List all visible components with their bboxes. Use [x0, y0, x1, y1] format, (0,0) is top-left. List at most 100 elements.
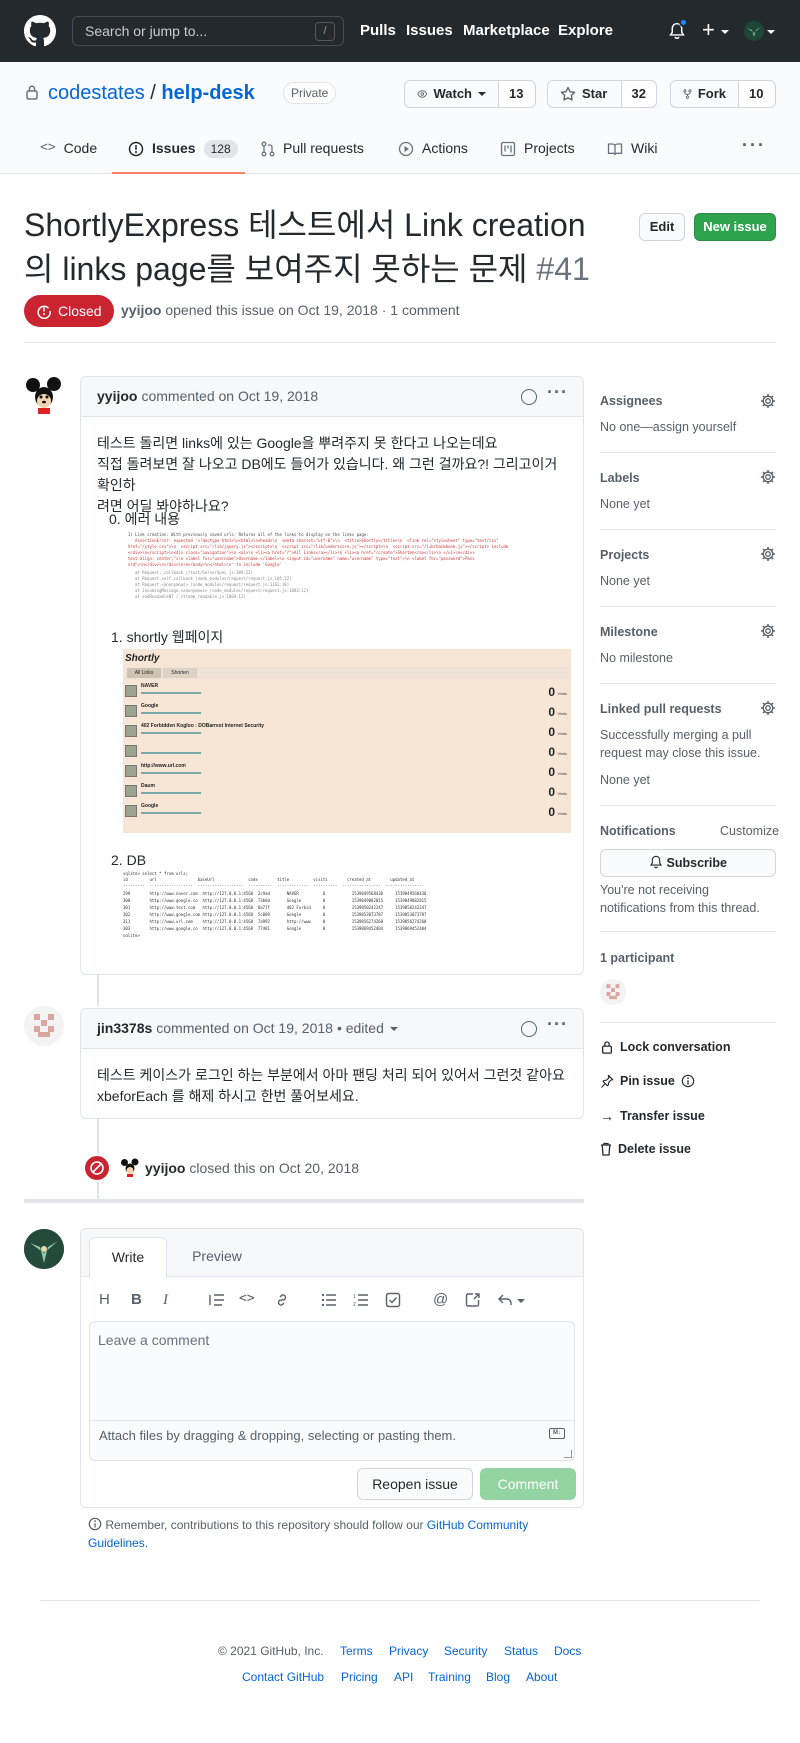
quote-icon[interactable] — [209, 1293, 225, 1307]
github-logo-icon[interactable] — [24, 15, 56, 47]
linked-prs-heading[interactable]: Linked pull requests — [600, 700, 722, 719]
nav-explore[interactable]: Explore — [558, 20, 613, 43]
transfer-issue-button[interactable]: → Transfer issue — [600, 1106, 705, 1127]
footer-link-blog[interactable]: Blog — [486, 1668, 510, 1686]
footer-link-docs[interactable]: Docs — [554, 1642, 581, 1660]
footer-link-pricing[interactable]: Pricing — [341, 1668, 378, 1686]
comment-timestamp[interactable]: commented on Oct 19, 2018 — [141, 386, 318, 407]
gear-icon[interactable] — [760, 546, 776, 562]
fork-count[interactable]: 10 — [739, 81, 774, 107]
search-input[interactable]: Search or jump to... / — [72, 16, 344, 46]
code-icon[interactable]: <> — [239, 1289, 255, 1309]
labels-value: None yet — [600, 497, 651, 511]
smiley-icon[interactable] — [521, 389, 537, 405]
chevron-down-icon[interactable] — [517, 1299, 525, 1303]
gear-icon[interactable] — [760, 393, 776, 409]
bold-icon[interactable]: B — [131, 1289, 142, 1312]
kebab-horizontal-icon[interactable]: ··· — [547, 1015, 568, 1033]
assignees-heading[interactable]: Assignees — [600, 392, 663, 411]
nav-marketplace[interactable]: Marketplace — [463, 20, 550, 43]
assignees-value[interactable]: No one—assign yourself — [600, 418, 736, 436]
attach-files-text[interactable]: Attach files by dragging & dropping, sel… — [99, 1426, 456, 1446]
milestone-heading[interactable]: Milestone — [600, 623, 658, 642]
tab-preview[interactable]: Preview — [177, 1237, 257, 1277]
more-options-icon[interactable]: ··· — [742, 132, 766, 159]
tab-wiki[interactable]: Wiki — [607, 138, 657, 174]
footer-link-contact[interactable]: Contact GitHub — [242, 1668, 324, 1686]
italic-icon[interactable]: I — [163, 1289, 168, 1312]
chevron-down-icon[interactable] — [389, 1026, 398, 1031]
tab-projects[interactable]: Projects — [500, 138, 575, 174]
avatar[interactable] — [24, 1229, 64, 1269]
edit-title-button[interactable]: Edit — [639, 213, 685, 241]
issue-author-link[interactable]: yyijoo — [121, 302, 161, 318]
markdown-icon[interactable]: M↓ — [549, 1428, 565, 1439]
comment-timestamp[interactable]: commented on Oct 19, 2018 — [156, 1018, 333, 1039]
kebab-horizontal-icon[interactable]: ··· — [547, 383, 568, 401]
timeline-end-divider — [24, 1199, 584, 1203]
comment-submit-button[interactable]: Comment — [480, 1468, 576, 1500]
mention-icon[interactable]: @ — [433, 1289, 448, 1312]
nav-pulls[interactable]: Pulls — [360, 20, 396, 43]
avatar[interactable] — [24, 1006, 64, 1046]
issue-meta: yyijoo opened this issue on Oct 19, 2018… — [121, 300, 460, 321]
reopen-issue-button[interactable]: Reopen issue — [357, 1468, 473, 1500]
issue-state-label: Closed — [58, 302, 102, 319]
reply-icon[interactable] — [497, 1292, 513, 1308]
footer-link-api[interactable]: API — [394, 1668, 413, 1686]
comment-author[interactable]: jin3378s — [97, 1018, 152, 1039]
user-avatar[interactable] — [744, 21, 764, 41]
fork-button[interactable]: Fork 10 — [670, 80, 776, 108]
comment-author[interactable]: yyijoo — [97, 386, 137, 407]
ordered-list-icon[interactable]: 12 — [353, 1293, 369, 1307]
labels-heading[interactable]: Labels — [600, 469, 640, 488]
projects-heading[interactable]: Projects — [600, 546, 649, 565]
gear-icon[interactable] — [760, 469, 776, 485]
tab-actions[interactable]: Actions — [398, 138, 468, 174]
watch-count[interactable]: 13 — [499, 81, 534, 107]
subscribe-button[interactable]: Subscribe — [600, 849, 776, 877]
tab-write[interactable]: Write — [89, 1237, 167, 1278]
customize-link[interactable]: Customize — [720, 822, 779, 840]
avatar[interactable] — [24, 376, 64, 416]
gear-icon[interactable] — [760, 700, 776, 716]
tab-pull-requests[interactable]: Pull requests — [261, 138, 364, 174]
star-count[interactable]: 32 — [621, 81, 656, 107]
footer-link-security[interactable]: Security — [444, 1642, 487, 1660]
participant-avatar[interactable] — [600, 979, 626, 1005]
link-icon[interactable] — [274, 1292, 290, 1308]
book-icon — [607, 143, 623, 156]
plus-icon[interactable]: + — [702, 16, 715, 44]
repo-owner-link[interactable]: codestates — [48, 82, 145, 104]
footer-copyright: © 2021 GitHub, Inc. — [218, 1644, 324, 1658]
tab-code[interactable]: <> Code — [40, 138, 97, 174]
footer-link-about[interactable]: About — [526, 1668, 557, 1686]
lock-conversation-button[interactable]: Lock conversation — [600, 1038, 730, 1057]
repo-name-link[interactable]: help-desk — [161, 82, 254, 104]
star-button[interactable]: Star 32 — [547, 80, 657, 108]
projects-value: None yet — [600, 574, 651, 588]
tasklist-icon[interactable] — [385, 1292, 401, 1308]
tab-issues[interactable]: Issues 128 — [112, 138, 245, 174]
watch-button[interactable]: Watch 13 — [404, 80, 536, 108]
nav-issues[interactable]: Issues — [406, 20, 453, 43]
cross-reference-icon[interactable] — [465, 1292, 481, 1308]
avatar[interactable] — [120, 1158, 140, 1178]
unordered-list-icon[interactable] — [321, 1293, 337, 1307]
delete-issue-button[interactable]: Delete issue — [600, 1140, 691, 1159]
info-icon[interactable] — [681, 1074, 695, 1088]
link-visit-count: 0 — [548, 685, 555, 699]
edited-indicator[interactable]: • edited — [337, 1018, 384, 1039]
smiley-icon[interactable] — [521, 1021, 537, 1037]
closed-event-text: yyijoo closed this on Oct 20, 2018 — [145, 1158, 359, 1179]
heading-icon[interactable]: H — [99, 1289, 110, 1312]
footer-link-training[interactable]: Training — [428, 1668, 471, 1686]
footer-link-status[interactable]: Status — [504, 1642, 538, 1660]
footer-link-privacy[interactable]: Privacy — [389, 1642, 428, 1660]
new-issue-button[interactable]: New issue — [694, 213, 776, 241]
resize-handle-icon[interactable] — [564, 1450, 572, 1458]
footer-link-terms[interactable]: Terms — [340, 1642, 373, 1660]
pin-issue-button[interactable]: Pin issue — [600, 1072, 695, 1091]
gear-icon[interactable] — [760, 623, 776, 639]
closed-event-actor[interactable]: yyijoo — [145, 1160, 185, 1176]
